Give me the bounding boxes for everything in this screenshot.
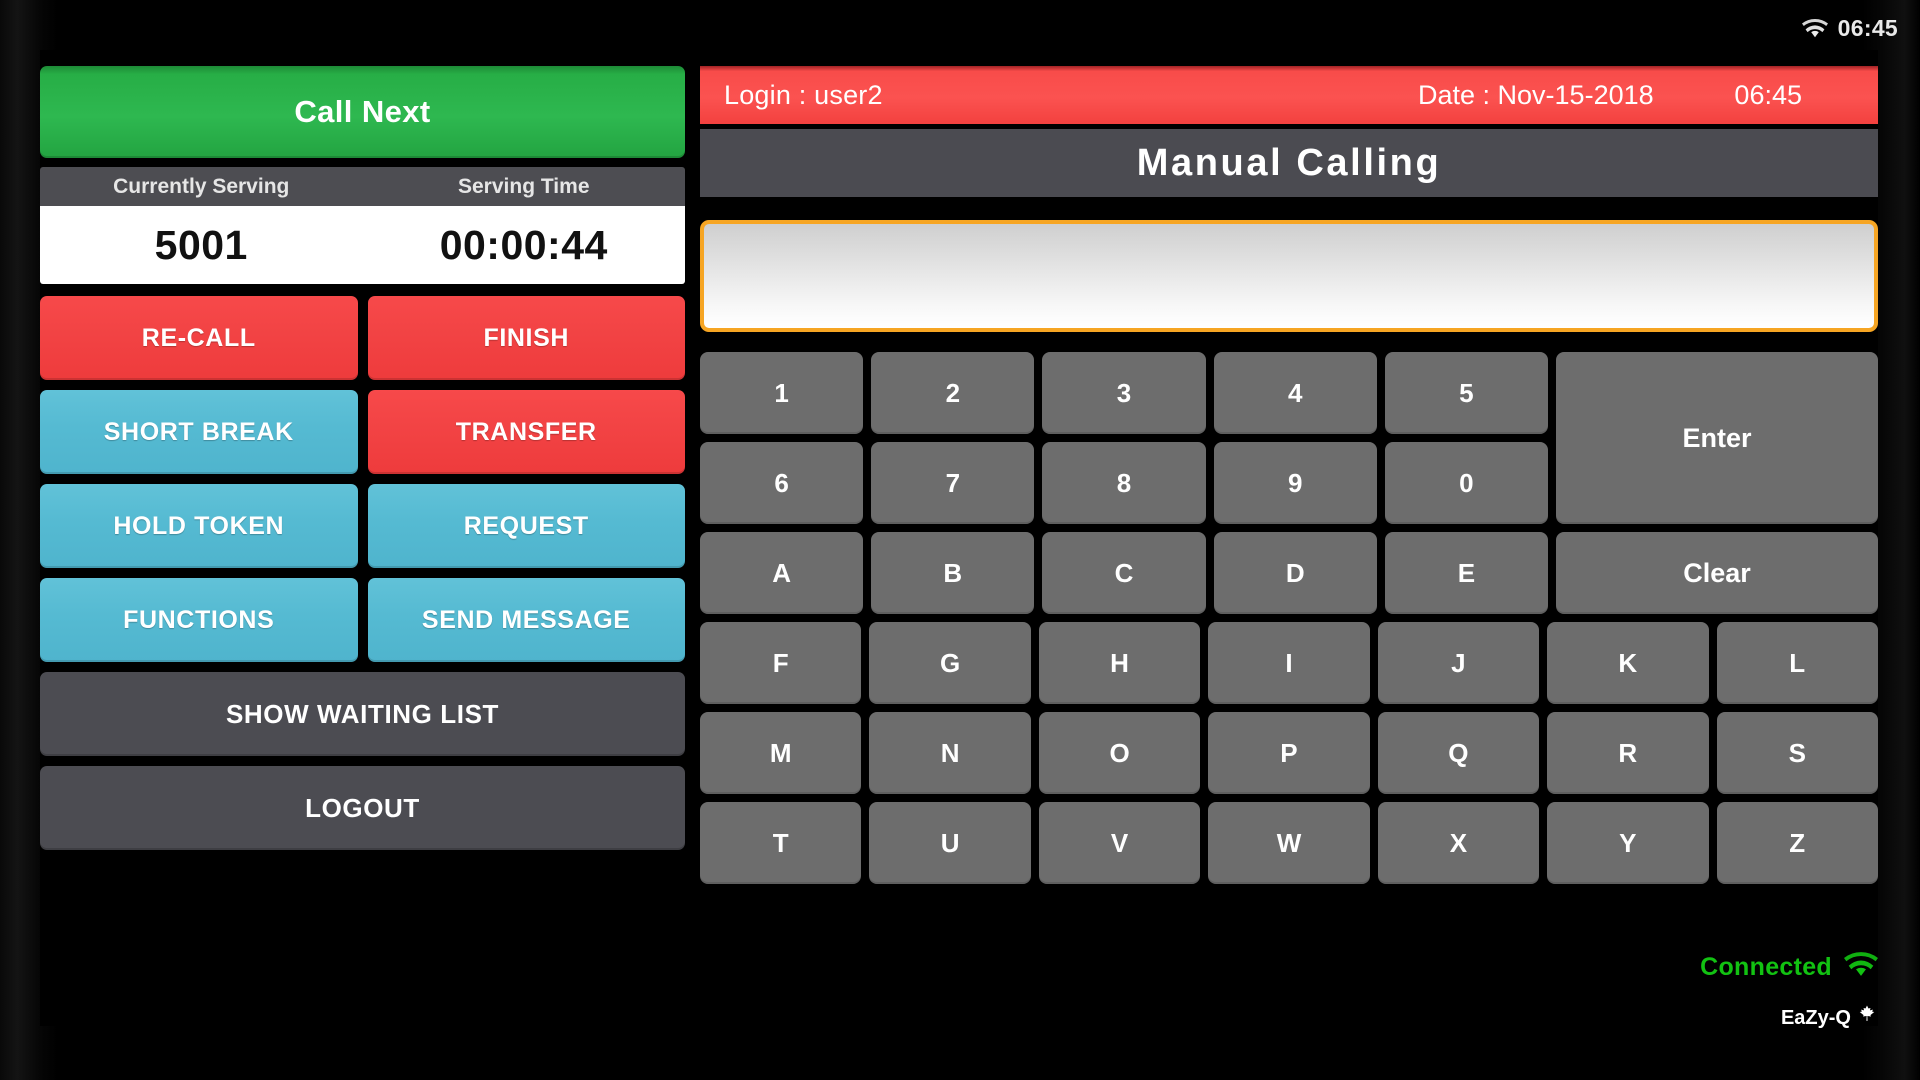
wifi-icon xyxy=(1801,18,1828,38)
key-r[interactable]: R xyxy=(1547,712,1709,794)
key-l[interactable]: L xyxy=(1716,622,1878,704)
key-3[interactable]: 3 xyxy=(1042,352,1206,434)
status-bar-clock: 06:45 xyxy=(1837,14,1898,41)
serving-info-values: 5001 00:00:44 xyxy=(40,206,685,284)
keypad-row-1: 1 2 3 4 5 xyxy=(700,352,1549,434)
serving-time-header: Serving Time xyxy=(458,174,590,198)
key-j[interactable]: J xyxy=(1377,622,1540,704)
maple-leaf-icon xyxy=(1856,1004,1878,1032)
key-u[interactable]: U xyxy=(869,802,1031,884)
connection-status: Connected xyxy=(1700,952,1878,982)
key-d[interactable]: D xyxy=(1213,532,1377,614)
key-c[interactable]: C xyxy=(1042,532,1206,614)
show-waiting-list-button[interactable]: SHOW WAITING LIST xyxy=(40,672,685,756)
finish-button[interactable]: FINISH xyxy=(367,296,685,380)
key-6[interactable]: 6 xyxy=(700,442,864,524)
recall-button[interactable]: RE-CALL xyxy=(40,296,358,380)
key-q[interactable]: Q xyxy=(1377,712,1540,794)
right-main-panel: Login : user2 Date : Nov-15-2018 06:45 M… xyxy=(700,66,1879,1029)
wifi-icon xyxy=(1844,952,1878,982)
key-s[interactable]: S xyxy=(1716,712,1878,794)
keypad-row-4: F G H I J K L xyxy=(700,622,1878,704)
key-k[interactable]: K xyxy=(1547,622,1709,704)
key-o[interactable]: O xyxy=(1038,712,1201,794)
send-message-button[interactable]: SEND MESSAGE xyxy=(367,578,685,662)
token-entry-input[interactable] xyxy=(700,220,1878,332)
key-y[interactable]: Y xyxy=(1547,802,1709,884)
clock-label: 06:45 xyxy=(1734,79,1802,110)
app-root: Call Next Currently Serving Serving Time… xyxy=(40,50,1879,1029)
short-break-button[interactable]: SHORT BREAK xyxy=(40,390,358,474)
session-info-bar: Login : user2 Date : Nov-15-2018 06:45 xyxy=(700,66,1878,124)
call-next-button[interactable]: Call Next xyxy=(40,66,685,158)
key-i[interactable]: I xyxy=(1208,622,1370,704)
currently-serving-token: 5001 xyxy=(154,221,248,268)
key-g[interactable]: G xyxy=(869,622,1031,704)
device-screen: 06:45 Call Next Currently Serving Servin… xyxy=(0,0,1920,1080)
key-5[interactable]: 5 xyxy=(1384,352,1549,434)
clear-key[interactable]: Clear xyxy=(1556,532,1879,614)
enter-key[interactable]: Enter xyxy=(1556,352,1878,524)
key-w[interactable]: W xyxy=(1208,802,1370,884)
keypad-row-5: M N O P Q R S xyxy=(700,712,1878,794)
key-h[interactable]: H xyxy=(1038,622,1201,704)
keypad-row-3: A B C D E Clear xyxy=(700,532,1879,614)
key-t[interactable]: T xyxy=(700,802,862,884)
key-f[interactable]: F xyxy=(700,622,862,704)
key-1[interactable]: 1 xyxy=(700,352,864,434)
android-status-bar: 06:45 xyxy=(0,0,1920,56)
page-title: Manual Calling xyxy=(700,129,1878,197)
key-9[interactable]: 9 xyxy=(1213,442,1377,524)
serving-info-header: Currently Serving Serving Time xyxy=(40,167,685,206)
key-2[interactable]: 2 xyxy=(871,352,1035,434)
key-e[interactable]: E xyxy=(1384,532,1549,614)
keypad-row-6: T U V W X Y Z xyxy=(700,802,1878,884)
manual-calling-keypad: 1 2 3 4 5 6 7 8 9 0 Enter A B C D E Clea… xyxy=(700,352,1879,884)
key-4[interactable]: 4 xyxy=(1213,352,1377,434)
key-x[interactable]: X xyxy=(1377,802,1540,884)
transfer-button[interactable]: TRANSFER xyxy=(367,390,685,474)
key-z[interactable]: Z xyxy=(1716,802,1878,884)
key-7[interactable]: 7 xyxy=(871,442,1035,524)
connection-status-label: Connected xyxy=(1700,952,1832,981)
keypad-row-2: 6 7 8 9 0 xyxy=(700,442,1549,524)
app-branding: EaZy-Q xyxy=(1781,1004,1878,1032)
keypad-numeric-block: 1 2 3 4 5 6 7 8 9 0 Enter xyxy=(700,352,1878,524)
serving-time-value: 00:00:44 xyxy=(439,221,608,268)
key-a[interactable]: A xyxy=(700,532,864,614)
date-label: Date : Nov-15-2018 xyxy=(1418,79,1654,110)
key-m[interactable]: M xyxy=(700,712,862,794)
hold-token-button[interactable]: HOLD TOKEN xyxy=(40,484,358,568)
request-button[interactable]: REQUEST xyxy=(367,484,685,568)
key-n[interactable]: N xyxy=(869,712,1031,794)
functions-button[interactable]: FUNCTIONS xyxy=(40,578,358,662)
left-control-panel: Call Next Currently Serving Serving Time… xyxy=(40,66,685,976)
logout-button[interactable]: LOGOUT xyxy=(40,766,685,850)
key-v[interactable]: V xyxy=(1038,802,1201,884)
keypad-numeric-rows: 1 2 3 4 5 6 7 8 9 0 xyxy=(700,352,1549,524)
brand-name: EaZy-Q xyxy=(1780,1006,1851,1029)
login-user-label: Login : user2 xyxy=(724,79,883,110)
key-8[interactable]: 8 xyxy=(1042,442,1206,524)
key-0[interactable]: 0 xyxy=(1384,442,1549,524)
key-p[interactable]: P xyxy=(1208,712,1370,794)
currently-serving-header: Currently Serving xyxy=(113,174,290,198)
key-b[interactable]: B xyxy=(871,532,1035,614)
action-button-grid: RE-CALL FINISH SHORT BREAK TRANSFER HOLD… xyxy=(40,296,685,662)
